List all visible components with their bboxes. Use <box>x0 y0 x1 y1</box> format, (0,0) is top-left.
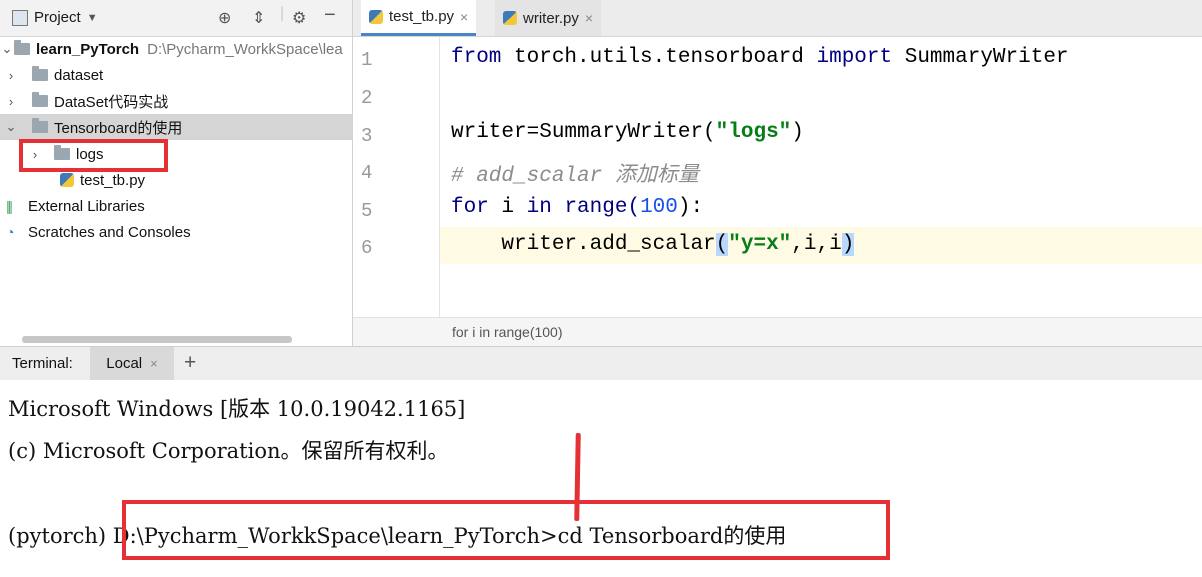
keyword: import <box>816 46 893 69</box>
number-literal: 100 <box>640 196 678 219</box>
tree-item-label: Scratches and Consoles <box>28 223 191 241</box>
line-number-gutter: 1 2 3 4 5 6 <box>353 37 440 317</box>
editor-tabs: test_tb.py × writer.py × <box>353 0 1202 37</box>
chevron-right-icon[interactable]: › <box>4 68 18 83</box>
matched-paren: ) <box>841 233 855 256</box>
code-line-4[interactable]: # add_scalar 添加标量 <box>451 158 699 188</box>
terminal-label: Terminal: <box>12 355 73 372</box>
project-title: Project <box>34 9 81 26</box>
code-comment: # add_scalar 添加标量 <box>451 165 699 188</box>
project-path-hint: D:\Pycharm_WorkkSpace\lea <box>147 40 343 58</box>
string-literal: "logs" <box>715 121 792 144</box>
folder-icon <box>32 118 48 133</box>
line-number: 5 <box>361 200 373 222</box>
matched-paren: ( <box>715 233 729 256</box>
terminal-line: (c) Microsoft Corporation。保留所有权利。 <box>8 439 449 463</box>
tab-label: Local <box>106 355 143 372</box>
chevron-right-icon[interactable]: › <box>4 94 18 109</box>
tree-item-label: test_tb.py <box>80 171 146 189</box>
tab-label: test_tb.py <box>389 8 455 25</box>
tree-item-label: Tensorboard的使用 <box>54 119 183 137</box>
code-text: range( <box>551 196 641 219</box>
close-icon[interactable]: × <box>460 9 468 25</box>
keyword: in <box>526 196 552 219</box>
hide-icon[interactable]: − <box>324 4 336 27</box>
python-file-icon <box>369 9 383 24</box>
locate-icon[interactable]: ⊕ <box>218 8 231 28</box>
toolbar-divider: | <box>280 5 285 22</box>
project-view-icon <box>12 9 28 26</box>
code-text: ) <box>791 121 804 144</box>
python-file-icon <box>60 173 74 187</box>
code-text: i <box>488 196 527 219</box>
horizontal-scrollbar[interactable] <box>22 336 292 343</box>
string-literal: "y=x" <box>728 233 792 256</box>
tree-item-tensorboard[interactable]: ⌄ Tensorboard的使用 <box>0 114 356 140</box>
breadcrumb[interactable]: for i in range(100) <box>452 324 563 340</box>
editor-panel: test_tb.py × writer.py × 1 2 3 4 5 6 fro… <box>353 0 1202 347</box>
code-text: writer=SummaryWriter( <box>451 121 716 144</box>
tree-item-label: External Libraries <box>28 197 145 215</box>
close-icon[interactable]: × <box>585 10 593 26</box>
terminal-line: Microsoft Windows [版本 10.0.19042.1165] <box>8 397 466 421</box>
folder-icon <box>32 66 48 81</box>
tree-item-external-libraries[interactable]: ||| External Libraries <box>0 193 358 219</box>
code-text: ): <box>677 196 704 219</box>
chevron-down-icon[interactable]: ⌄ <box>0 41 14 57</box>
line-number: 4 <box>361 162 373 184</box>
folder-icon <box>32 92 48 107</box>
code-text: torch.utils.tensorboard <box>501 46 817 69</box>
project-panel: Project ▼ ⊕ ⇕ | ⚙ − ⌄ learn_PyTorch D:\P… <box>0 0 356 346</box>
project-view-selector[interactable]: Project ▼ <box>12 9 98 26</box>
code-text: writer.add_scalar <box>451 233 716 256</box>
close-icon[interactable]: × <box>150 356 158 371</box>
tab-label: writer.py <box>523 9 579 27</box>
code-line-1[interactable]: from torch.utils.tensorboard import Summ… <box>451 46 1069 69</box>
code-line-6[interactable]: writer.add_scalar("y=x",i,i) <box>451 233 855 256</box>
code-text: SummaryWriter <box>892 46 1069 69</box>
editor-breadcrumb-bar: for i in range(100) <box>353 317 1202 347</box>
tree-item-learn-pytorch[interactable]: ⌄ learn_PyTorch D:\Pycharm_WorkkSpace\le… <box>0 36 352 62</box>
code-line-3[interactable]: writer=SummaryWriter("logs") <box>451 121 804 144</box>
gear-icon[interactable]: ⚙ <box>292 8 306 28</box>
chevron-down-icon[interactable]: ⌄ <box>4 119 18 135</box>
code-line-5[interactable]: for i in range(100): <box>451 196 703 219</box>
terminal-header: Terminal: Local × + <box>0 346 1202 381</box>
annotation-highlight-path <box>122 500 890 560</box>
scratches-icon: ◔ <box>6 224 15 240</box>
tab-test-tb[interactable]: test_tb.py × <box>361 0 477 36</box>
tree-item-dataset-code[interactable]: › DataSet代码实战 <box>0 88 356 114</box>
tab-writer[interactable]: writer.py × <box>495 0 602 36</box>
line-number: 1 <box>361 49 373 71</box>
tree-item-label: DataSet代码实战 <box>54 93 169 111</box>
new-terminal-icon[interactable]: + <box>184 351 196 375</box>
libraries-icon: ||| <box>6 198 13 214</box>
collapse-all-icon[interactable]: ⇕ <box>252 8 265 28</box>
code-text: ,i,i <box>791 233 842 256</box>
line-number: 3 <box>361 125 373 147</box>
tree-item-label: dataset <box>54 66 104 84</box>
tab-local[interactable]: Local × <box>90 347 174 380</box>
annotation-highlight-logs <box>19 139 168 172</box>
tree-item-scratches[interactable]: ◔ Scratches and Consoles <box>0 219 358 245</box>
tree-item-label: learn_PyTorch <box>36 40 140 58</box>
project-panel-header: Project ▼ ⊕ ⇕ | ⚙ − <box>0 0 352 37</box>
keyword: from <box>451 46 502 69</box>
chevron-down-icon: ▼ <box>86 11 98 24</box>
tree-item-dataset[interactable]: › dataset <box>0 62 356 88</box>
line-number: 6 <box>361 237 373 259</box>
line-number: 2 <box>361 87 373 109</box>
keyword: for <box>451 196 489 219</box>
folder-icon <box>14 40 30 55</box>
python-file-icon <box>503 11 517 25</box>
